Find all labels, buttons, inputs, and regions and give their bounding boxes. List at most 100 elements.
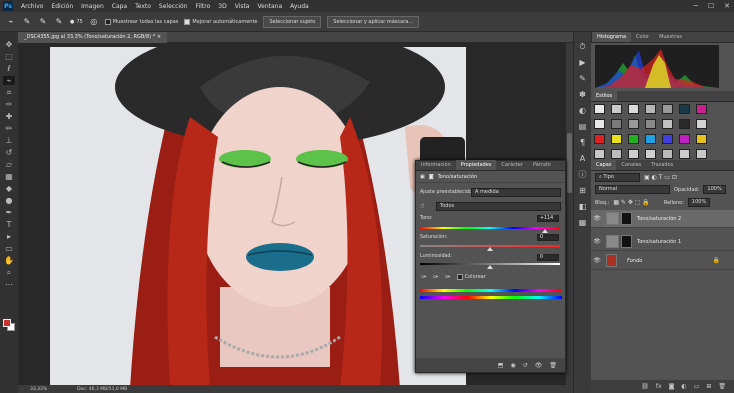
actions-icon[interactable]: ▶ <box>577 58 588 68</box>
style-swatch[interactable] <box>679 104 690 114</box>
rectangle-tool-icon[interactable]: ▭ <box>3 244 15 253</box>
layer-filter-dropdown[interactable]: ⌕ Tipo <box>595 173 640 182</box>
mask-icon[interactable]: ◙ <box>429 174 434 180</box>
layer-mask-thumbnail[interactable] <box>621 212 632 225</box>
style-swatch[interactable] <box>679 134 690 144</box>
pen-tool-icon[interactable]: ✒ <box>3 208 15 217</box>
tab-caracter[interactable]: Carácter <box>496 160 528 170</box>
close-icon[interactable]: ✕ <box>724 2 730 10</box>
tab-muestras[interactable]: Muestras <box>654 32 687 42</box>
clone-stamp-tool-icon[interactable]: ⊥ <box>3 136 15 145</box>
lightness-slider-knob[interactable] <box>487 265 493 269</box>
eyedropper-tool-icon[interactable]: ✑ <box>3 100 15 109</box>
menu-vista[interactable]: Vista <box>231 3 254 10</box>
menu-archivo[interactable]: Archivo <box>17 3 47 10</box>
subtract-selection-icon[interactable]: ✎ <box>54 17 64 27</box>
color-icon[interactable]: ◧ <box>577 202 588 212</box>
hue-slider-track[interactable] <box>420 227 560 229</box>
link-layers-icon[interactable]: ⛓ <box>641 383 649 390</box>
layer-style-icon[interactable]: fx <box>656 383 662 390</box>
style-swatch[interactable] <box>679 119 690 129</box>
maximize-icon[interactable]: ☐ <box>708 2 714 10</box>
style-swatch[interactable] <box>662 149 673 159</box>
style-swatch[interactable] <box>696 119 707 129</box>
eye-icon[interactable]: 👁 <box>591 238 603 245</box>
hand-tool-icon[interactable]: ✋ <box>3 256 15 265</box>
style-swatch[interactable] <box>662 119 673 129</box>
crop-tool-icon[interactable]: ⌗ <box>3 88 15 97</box>
auto-enhance-checkbox[interactable]: Mejorar automáticamente <box>184 18 257 25</box>
delete-layer-icon[interactable]: 🗑 <box>718 383 726 390</box>
swatches-icon[interactable]: ▦ <box>577 218 588 228</box>
layer-row[interactable]: 👁 Tono/saturación 2 <box>591 210 734 228</box>
style-swatch[interactable] <box>628 149 639 159</box>
view-previous-icon[interactable]: ◉ <box>510 362 515 369</box>
path-selection-tool-icon[interactable]: ▸ <box>3 232 15 241</box>
tab-parrafo[interactable]: Párrafo <box>528 160 556 170</box>
eyedropper-minus-icon[interactable]: ✑ <box>445 273 451 281</box>
colorize-checkbox[interactable]: Colorear <box>456 274 486 280</box>
libraries-icon[interactable]: ▤ <box>577 122 588 132</box>
filter-icons[interactable]: ▣ ◐ T ▭ ⊡ <box>644 174 677 181</box>
style-swatch[interactable] <box>594 134 605 144</box>
delete-icon[interactable]: 🗑 <box>549 362 557 369</box>
saturation-field[interactable]: 0 <box>537 234 559 241</box>
photo-canvas[interactable] <box>50 47 466 385</box>
tab-canales[interactable]: Canales <box>616 160 646 170</box>
menu-texto[interactable]: Texto <box>131 3 155 10</box>
history-brush-tool-icon[interactable]: ↺ <box>3 148 15 157</box>
opacity-field[interactable]: 100% <box>703 185 726 194</box>
zoom-tool-icon[interactable]: ⌕ <box>3 268 15 277</box>
blur-tool-icon[interactable]: ◆ <box>3 184 15 193</box>
saturation-slider-knob[interactable] <box>487 247 493 251</box>
reset-icon[interactable]: ↺ <box>523 362 528 369</box>
layer-name[interactable]: Tono/saturación 2 <box>637 216 681 222</box>
zoom-level[interactable]: 33,33% <box>30 387 47 392</box>
minimize-icon[interactable]: ─ <box>694 2 698 10</box>
history-icon[interactable]: ⏱ <box>577 42 588 52</box>
character-icon[interactable]: A <box>577 154 588 164</box>
lasso-tool-icon[interactable]: ℓ <box>3 64 15 73</box>
style-swatch[interactable] <box>662 104 673 114</box>
tab-color[interactable]: Color <box>631 32 654 42</box>
style-swatch[interactable] <box>662 134 673 144</box>
close-tab-icon[interactable]: × <box>157 34 161 40</box>
style-swatch[interactable] <box>645 134 656 144</box>
style-swatch[interactable] <box>645 119 656 129</box>
style-swatch[interactable] <box>594 149 605 159</box>
vertical-scrollbar[interactable] <box>566 43 573 385</box>
style-swatch[interactable] <box>696 104 707 114</box>
layer-row[interactable]: 👁 Fondo 🔒 <box>591 252 734 270</box>
gradient-tool-icon[interactable]: ▦ <box>3 172 15 181</box>
lightness-field[interactable]: 0 <box>537 254 559 261</box>
menu-filtro[interactable]: Filtro <box>192 3 215 10</box>
menu-seleccion[interactable]: Selección <box>155 3 192 10</box>
marquee-tool-icon[interactable]: ⬚ <box>3 52 15 61</box>
menu-imagen[interactable]: Imagen <box>77 3 108 10</box>
hue-slider-knob[interactable] <box>541 229 548 233</box>
more-tools-icon[interactable]: ⋯ <box>3 280 15 289</box>
eye-icon[interactable]: 👁 <box>591 215 603 222</box>
move-tool-icon[interactable]: ✥ <box>3 40 15 49</box>
quick-selection-tool-icon[interactable]: ⌁ <box>6 17 16 27</box>
select-and-mask-button[interactable]: Seleccionar y aplicar máscara... <box>327 15 420 28</box>
dodge-tool-icon[interactable]: ● <box>3 196 15 205</box>
menu-capa[interactable]: Capa <box>108 3 131 10</box>
info-icon[interactable]: ⓘ <box>577 170 588 180</box>
style-swatch[interactable] <box>628 134 639 144</box>
channel-dropdown[interactable]: Todos <box>436 202 561 211</box>
new-adjustment-icon[interactable]: ◐ <box>681 383 686 390</box>
clone-source-icon[interactable]: ✽ <box>577 90 588 100</box>
fill-field[interactable]: 100% <box>687 198 711 207</box>
layer-row[interactable]: 👁 Tono/saturación 1 <box>591 233 734 251</box>
tab-trazados[interactable]: Trazados <box>646 160 678 170</box>
scrollbar-thumb[interactable] <box>567 133 572 193</box>
eyedropper-icon[interactable]: ✑ <box>421 273 427 281</box>
style-swatch[interactable] <box>696 149 707 159</box>
tab-propiedades[interactable]: Propiedades <box>455 160 497 170</box>
style-swatch[interactable] <box>594 119 605 129</box>
tab-capas[interactable]: Capas <box>591 160 617 170</box>
eraser-tool-icon[interactable]: ▱ <box>3 160 15 169</box>
eye-icon[interactable]: 👁 <box>591 257 603 264</box>
new-selection-icon[interactable]: ✎ <box>22 17 32 27</box>
